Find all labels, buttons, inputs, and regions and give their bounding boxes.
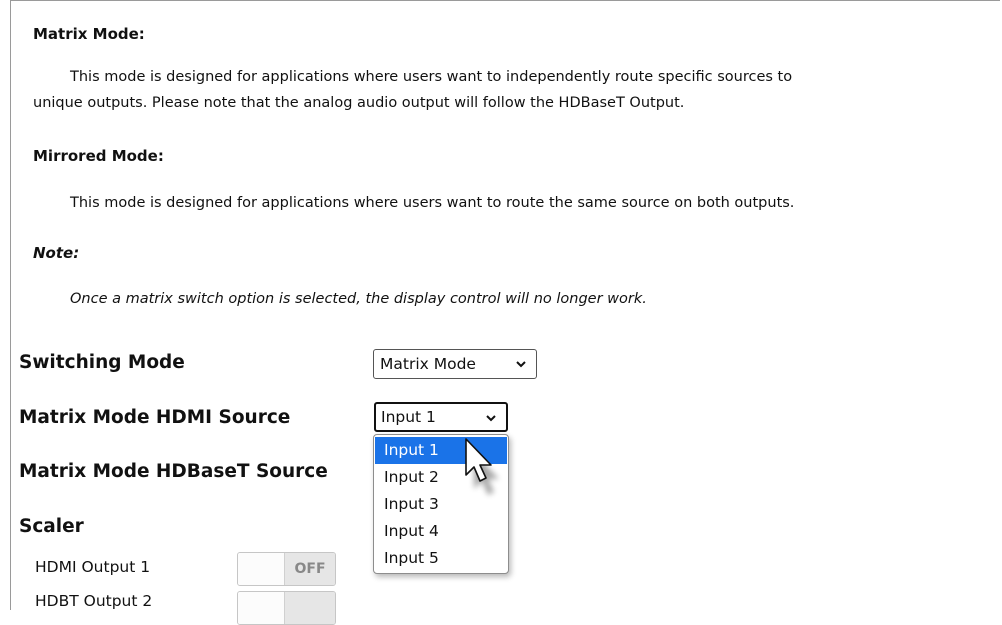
toggle-knob bbox=[238, 553, 285, 585]
matrix-mode-heading: Matrix Mode: bbox=[33, 25, 145, 43]
mouse-pointer-icon bbox=[465, 438, 499, 495]
hdbt-output-2-label: HDBT Output 2 bbox=[35, 592, 153, 610]
hdmi-source-select[interactable]: Input 1 bbox=[374, 402, 508, 432]
hdbaset-source-label: Matrix Mode HDBaseT Source bbox=[19, 461, 328, 482]
switching-mode-value: Matrix Mode bbox=[380, 355, 476, 373]
hdmi-source-label: Matrix Mode HDMI Source bbox=[19, 407, 291, 428]
hdbt-output-2-toggle[interactable] bbox=[237, 591, 336, 625]
mirrored-mode-heading: Mirrored Mode: bbox=[33, 147, 164, 165]
chevron-down-icon bbox=[486, 415, 496, 422]
switching-mode-label: Switching Mode bbox=[19, 352, 185, 373]
toggle-knob bbox=[238, 592, 285, 624]
note-heading: Note: bbox=[33, 244, 80, 262]
toggle-state-text bbox=[285, 592, 335, 624]
hdmi-output-1-toggle[interactable]: OFF bbox=[237, 552, 336, 586]
option-input-5[interactable]: Input 5 bbox=[375, 545, 507, 572]
matrix-mode-description-line2: unique outputs. Please note that the ana… bbox=[33, 95, 685, 111]
hdmi-output-1-label: HDMI Output 1 bbox=[35, 558, 151, 576]
switching-mode-select[interactable]: Matrix Mode bbox=[373, 349, 537, 379]
scaler-heading: Scaler bbox=[19, 516, 84, 537]
mirrored-mode-description: This mode is designed for applications w… bbox=[70, 195, 795, 211]
matrix-mode-description-line1: This mode is designed for applications w… bbox=[70, 69, 793, 85]
chevron-down-icon bbox=[516, 361, 526, 368]
option-input-4[interactable]: Input 4 bbox=[375, 518, 507, 545]
hdmi-source-value: Input 1 bbox=[381, 408, 436, 426]
note-text: Once a matrix switch option is selected,… bbox=[70, 291, 647, 307]
toggle-state-text: OFF bbox=[285, 553, 335, 585]
